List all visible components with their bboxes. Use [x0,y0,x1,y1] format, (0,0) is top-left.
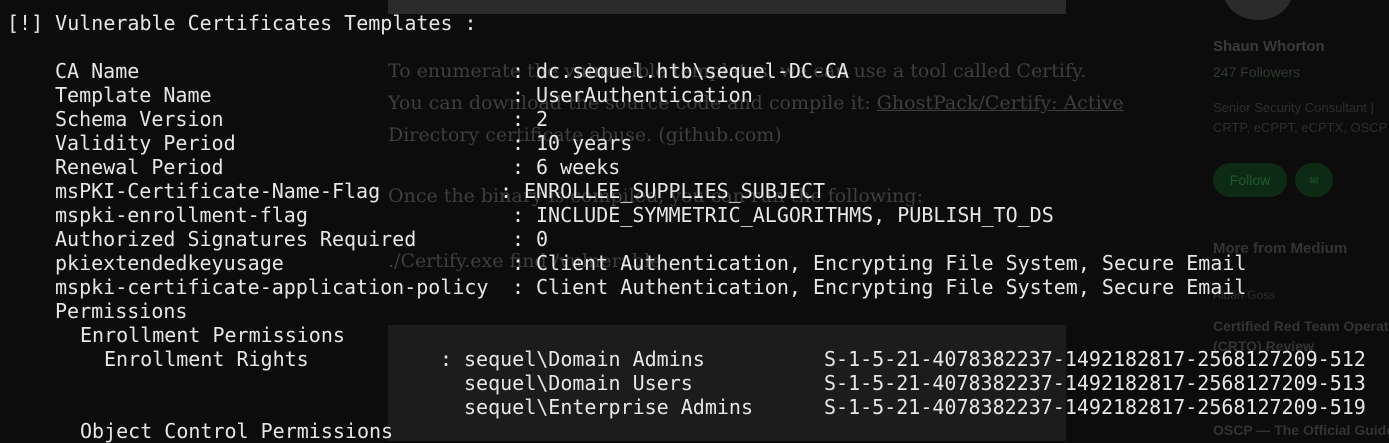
field-value: dc.sequel.htb\sequel-DC-CA [536,59,850,83]
enrollment-permissions-label: Enrollment Permissions [80,323,345,347]
field-separator: : [512,131,525,155]
field-separator: : [512,155,525,179]
field-label: mspki-certificate-application-policy [55,275,489,299]
rights-principal: sequel\Domain Users [464,371,693,395]
field-separator: : [512,227,525,251]
field-value: Client Authentication, Encrypting File S… [536,251,1247,275]
field-value: UserAuthentication [536,83,753,107]
field-label: Validity Period [55,131,236,155]
rights-principal: sequel\Enterprise Admins [464,395,753,419]
field-separator: : [500,179,513,203]
field-separator: : [512,203,525,227]
field-label: Template Name [55,83,212,107]
rights-sid: S-1-5-21-4078382237-1492182817-256812720… [824,395,1366,419]
field-label: Authorized Signatures Required [55,227,417,251]
field-label: Schema Version [55,107,224,131]
permissions-label: Permissions [55,299,188,323]
field-label: Renewal Period [55,155,224,179]
field-separator: : [512,251,525,275]
rights-sid: S-1-5-21-4078382237-1492182817-256812720… [824,347,1366,371]
field-separator: : [512,83,525,107]
field-separator: : [512,107,525,131]
object-control-label: Object Control Permissions [80,419,394,443]
field-value: ENROLLEE_SUPPLIES_SUBJECT [524,179,826,203]
rights-principal: sequel\Domain Admins [464,347,705,371]
field-value: 0 [536,227,549,251]
field-separator: : [512,59,525,83]
field-label: msPKI-Certificate-Name-Flag [55,179,381,203]
rights-colon: : [440,347,453,371]
rights-sid: S-1-5-21-4078382237-1492182817-256812720… [824,371,1366,395]
field-value: 10 years [536,131,633,155]
field-value: 6 weeks [536,155,621,179]
field-label: pkiextendedkeyusage [55,251,284,275]
field-separator: : [512,275,525,299]
field-label: mspki-enrollment-flag [55,203,308,227]
terminal-output[interactable]: [!] Vulnerable Certificates Templates : … [0,0,1389,443]
vuln-heading: [!] Vulnerable Certificates Templates : [7,11,477,35]
field-value: Client Authentication, Encrypting File S… [536,275,1247,299]
field-value: INCLUDE_SYMMETRIC_ALGORITHMS, PUBLISH_TO… [536,203,1054,227]
field-value: 2 [536,107,549,131]
field-label: CA Name [55,59,140,83]
enrollment-rights-label: Enrollment Rights [104,347,309,371]
